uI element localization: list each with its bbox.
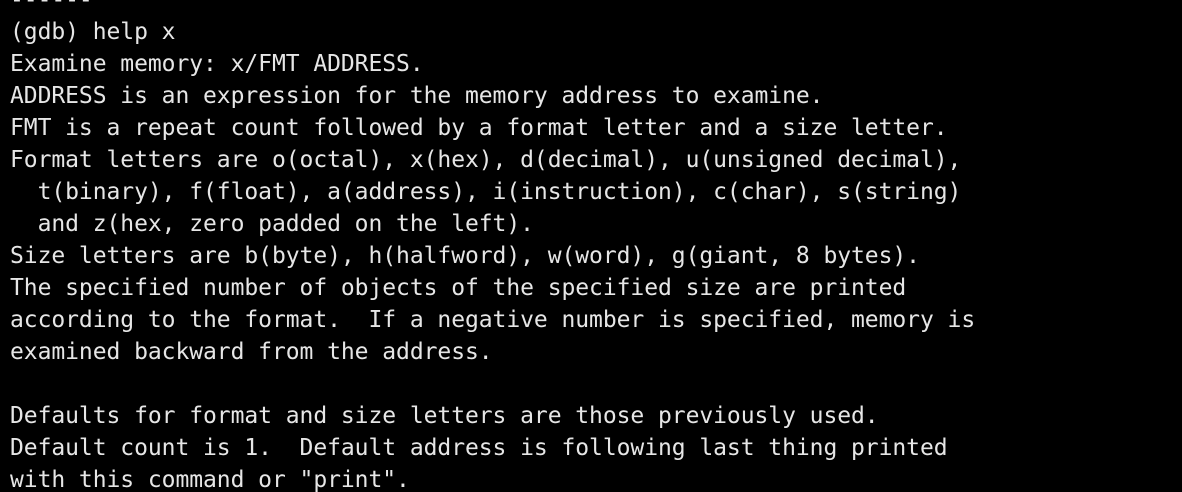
terminal-window[interactable]: ------ (gdb) help x Examine memory: x/FM… (0, 0, 1182, 492)
command-line: (gdb) help x (10, 19, 176, 45)
output-line: Default count is 1. Default address is f… (10, 435, 948, 461)
output-line: according to the format. If a negative n… (10, 307, 976, 333)
output-line: Defaults for format and size letters are… (10, 403, 879, 429)
terminal-output: ------ (gdb) help x Examine memory: x/FM… (10, 0, 975, 492)
output-line: FMT is a repeat count followed by a form… (10, 115, 948, 141)
output-line-partial: ------ (10, 0, 93, 13)
output-line: t(binary), f(float), a(address), i(instr… (10, 179, 962, 205)
output-line: and z(hex, zero padded on the left). (10, 211, 534, 237)
output-line: The specified number of objects of the s… (10, 275, 907, 301)
output-line: examined backward from the address. (10, 339, 493, 365)
output-line: ADDRESS is an expression for the memory … (10, 83, 824, 109)
output-line: Examine memory: x/FMT ADDRESS. (10, 51, 424, 77)
output-line: Size letters are b(byte), h(halfword), w… (10, 243, 920, 269)
output-line: Format letters are o(octal), x(hex), d(d… (10, 147, 962, 173)
output-line: with this command or "print". (10, 467, 410, 492)
